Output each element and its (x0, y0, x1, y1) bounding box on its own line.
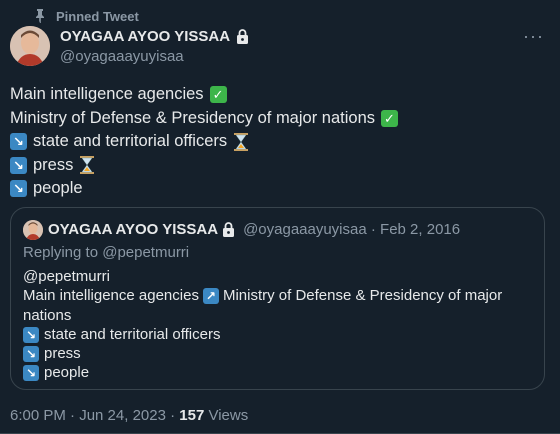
author-name-row[interactable]: OYAGAA AYOO YISSAA (60, 28, 249, 45)
tweet-line-3-text: state and territorial officers (33, 132, 228, 150)
pinned-label: Pinned Tweet (56, 8, 139, 24)
pinned-indicator: Pinned Tweet (34, 7, 139, 25)
tweet-line-4-text: press (33, 155, 74, 174)
arrow-up-right-icon: ↗ (202, 288, 219, 305)
quote-line-3: ↘ state and territorial officers (23, 325, 523, 344)
tweet-line-1: Main intelligence agencies ✓ (10, 83, 530, 107)
arrow-down-right-icon: ↘ (23, 326, 39, 343)
quote-line-5-text: people (44, 364, 90, 382)
lock-icon (236, 29, 249, 44)
quote-author-name: OYAGAA AYOO YISSAA (48, 221, 219, 238)
views-label: Views (204, 407, 249, 424)
author-name[interactable]: OYAGAA AYOO YISSAA (60, 28, 230, 45)
quote-header: OYAGAA AYOO YISSAA @oyagaaayuyisaa · Feb… (48, 221, 460, 238)
more-icon[interactable]: ··· (523, 26, 544, 47)
quote-body: @pepetmurri Main intelligence agencies ↗ M… (23, 267, 523, 383)
quote-line-2: Main intelligence agencies ↗ Ministry of D… (23, 286, 523, 305)
arrow-down-right-icon: ↘ (23, 345, 39, 362)
author-handle[interactable]: @oyagaaayuyisaa (60, 48, 184, 65)
arrow-down-right-icon: ↘ (10, 133, 27, 151)
arrow-down-right-icon: ↘ (10, 156, 27, 174)
tweet-timestamp[interactable]: 6:00 PM · Jun 24, 2023 · (10, 407, 179, 424)
lock-icon (222, 222, 235, 237)
tweet-footer: 6:00 PM · Jun 24, 2023 · 157 Views (10, 407, 248, 424)
arrow-down-right-icon: ↘ (10, 180, 27, 198)
hourglass-icon (80, 156, 95, 175)
quote-line-2c: nations (23, 306, 72, 324)
check-emoji-icon: ✓ (381, 109, 398, 127)
quote-line-2b: Ministry of Defense & Presidency of majo… (222, 287, 503, 305)
tweet-line-2-text: Ministry of Defense & Presidency of majo… (10, 108, 375, 127)
quote-replying-to: Replying to @pepetmurri (23, 244, 190, 261)
tweet-line-1-text: Main intelligence agencies (10, 85, 204, 103)
views-count: 157 (179, 407, 205, 424)
tweet-body: Main intelligence agencies ✓ Ministry of… (10, 83, 530, 201)
tweet-line-3: ↘ state and territorial officers (10, 130, 530, 154)
tweet-line-5-text: people (33, 179, 83, 197)
tweet-line-2: Ministry of Defense & Presidency of majo… (10, 107, 530, 131)
hourglass-icon (234, 132, 249, 151)
avatar[interactable] (10, 26, 50, 66)
quote-line-2a: Main intelligence agencies (23, 287, 199, 305)
quoted-tweet[interactable]: OYAGAA AYOO YISSAA @oyagaaayuyisaa · Feb… (10, 207, 545, 390)
pin-icon (36, 9, 44, 23)
quote-line-3-text: state and territorial officers (44, 325, 221, 343)
quote-line-5: ↘ people (23, 363, 523, 382)
quote-line-1: @pepetmurri (23, 268, 110, 285)
quote-line-4: ↘ press (23, 344, 523, 363)
tweet-line-4: ↘ press (10, 154, 530, 178)
arrow-down-right-icon: ↘ (23, 365, 39, 382)
quote-avatar (23, 220, 43, 240)
quote-handle-date: @oyagaaayuyisaa · Feb 2, 2016 (243, 221, 461, 238)
tweet-line-5: ↘ people (10, 177, 530, 201)
check-emoji-icon: ✓ (209, 86, 227, 104)
quote-line-4-text: press (44, 345, 81, 363)
